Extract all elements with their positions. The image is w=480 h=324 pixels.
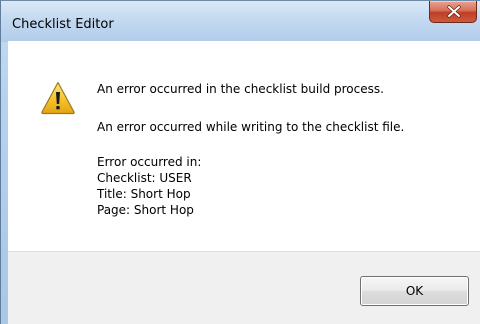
main-instruction: An error occurred in the checklist build… — [97, 82, 384, 96]
ok-button[interactable]: OK — [360, 276, 469, 306]
title-bar[interactable]: Checklist Editor — [1, 1, 480, 42]
close-button[interactable] — [429, 1, 477, 23]
info-line-page: Page: Short Hop — [97, 203, 194, 217]
error-info: Error occurred in: Checklist: USER Title… — [97, 154, 201, 218]
info-line-location: Error occurred in: — [97, 155, 202, 169]
dialog-content — [8, 41, 480, 251]
info-line-checklist: Checklist: USER — [97, 171, 192, 185]
window-title: Checklist Editor — [12, 17, 114, 32]
info-line-title: Title: Short Hop — [97, 187, 191, 201]
warning-icon — [41, 81, 75, 115]
close-icon — [447, 5, 461, 18]
error-detail: An error occurred while writing to the c… — [97, 120, 405, 134]
